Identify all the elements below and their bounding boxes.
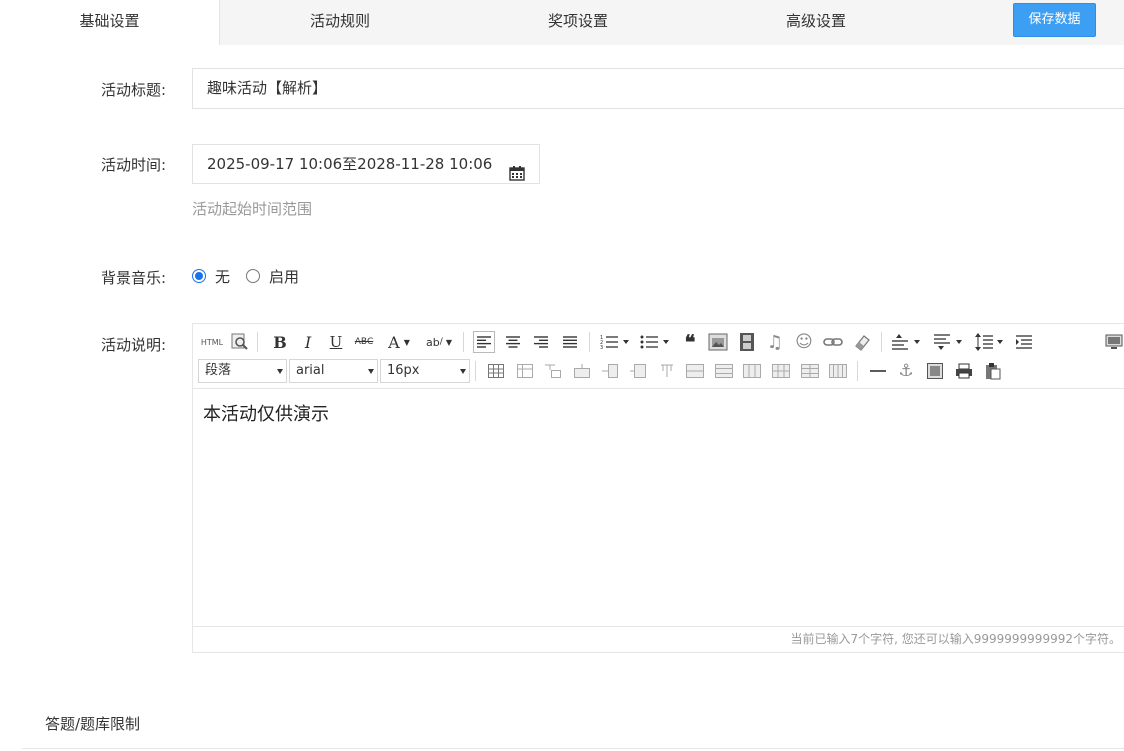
paragraph-format-select[interactable]: 段落 [198, 359, 287, 383]
insert-row-icon[interactable] [571, 360, 593, 382]
tab-activity-rules[interactable]: 活动规则 [221, 0, 459, 45]
fullscreen-icon[interactable] [1103, 331, 1124, 353]
title-label: 活动标题: [100, 81, 166, 99]
bold-icon[interactable]: B [269, 331, 291, 353]
music-label: 背景音乐: [100, 269, 166, 287]
row-spacing-top-icon[interactable] [890, 331, 924, 353]
delete-row-icon[interactable] [627, 360, 649, 382]
paragraph-format-value: 段落 [205, 363, 232, 378]
emotion-icon[interactable]: ☺ [793, 331, 815, 353]
tab-bar: 基础设置 活动规则 奖项设置 高级设置 保存数据 [0, 0, 1124, 45]
align-left-icon[interactable] [473, 331, 495, 353]
unordered-list-icon[interactable] [638, 331, 672, 353]
insert-col-icon[interactable] [599, 360, 621, 382]
image-icon[interactable] [707, 331, 729, 353]
ordered-list-icon[interactable]: 123 [598, 331, 632, 353]
title-input[interactable]: 趣味活动【解析】 [192, 68, 1124, 109]
delete-table-icon[interactable] [514, 360, 536, 382]
font-color-icon[interactable]: A ▼ [383, 331, 415, 353]
description-label: 活动说明: [100, 336, 166, 354]
time-hint: 活动起始时间范围 [192, 200, 313, 218]
font-size-select[interactable]: 16px [380, 359, 470, 383]
font-size-value: 16px [387, 363, 420, 378]
video-icon[interactable] [736, 331, 758, 353]
font-family-select[interactable]: arial [289, 359, 378, 383]
anchor-icon[interactable]: ⚓ [895, 360, 917, 382]
print-icon[interactable] [953, 360, 975, 382]
music-icon[interactable]: ♫ [764, 331, 786, 353]
align-justify-icon[interactable] [559, 331, 581, 353]
line-height-icon[interactable] [973, 331, 1007, 353]
section-divider [22, 748, 1124, 749]
music-none-label: 无 [215, 267, 231, 286]
strikethrough-icon[interactable]: ABC [353, 331, 375, 353]
table-title-icon[interactable] [542, 360, 564, 382]
insert-image-icon[interactable] [924, 360, 946, 382]
editor-word-count: 当前已输入7个字符, 您还可以输入9999999999992个字符。 [193, 626, 1124, 652]
merge-right-icon[interactable] [713, 360, 735, 382]
blockquote-icon[interactable]: ❝ [679, 330, 701, 354]
editor-content[interactable]: 本活动仅供演示 [203, 400, 329, 426]
split-rows-icon[interactable] [799, 360, 821, 382]
split-cells-icon[interactable] [770, 360, 792, 382]
tab-basic-settings[interactable]: 基础设置 [0, 0, 220, 45]
music-enable-label: 启用 [269, 267, 300, 286]
link-icon[interactable] [822, 331, 844, 353]
font-family-value: arial [296, 363, 325, 378]
music-enable-radio[interactable] [246, 269, 261, 283]
preview-icon[interactable] [229, 331, 251, 353]
music-radio-group: 无 启用 [192, 265, 315, 287]
tab-prize-settings[interactable]: 奖项设置 [459, 0, 697, 45]
editor-toolbar: HTML B I U ABC A ▼ ab / ▼ 123 ❝ ♫ ☺ 段落 a… [193, 324, 1124, 389]
rich-text-editor: HTML B I U ABC A ▼ ab / ▼ 123 ❝ ♫ ☺ 段落 a… [192, 323, 1124, 653]
merge-down-icon[interactable] [741, 360, 763, 382]
time-range-input[interactable]: 2025-09-17 10:06至2028-11-28 10:06 [192, 144, 540, 184]
split-cols-icon[interactable] [827, 360, 849, 382]
merge-cells-icon[interactable] [684, 360, 706, 382]
underline-icon[interactable]: U [325, 331, 347, 353]
row-spacing-bottom-icon[interactable] [932, 331, 966, 353]
align-center-icon[interactable] [502, 331, 524, 353]
time-label: 活动时间: [100, 156, 166, 174]
indent-icon[interactable] [1013, 331, 1035, 353]
paste-icon[interactable] [982, 360, 1004, 382]
tab-advanced-settings[interactable]: 高级设置 [697, 0, 935, 45]
time-range-value: 2025-09-17 10:06至2028-11-28 10:06 [207, 155, 493, 173]
save-data-button[interactable]: 保存数据 [1013, 3, 1096, 37]
eraser-icon[interactable] [851, 331, 873, 353]
horizontal-rule-icon[interactable] [867, 360, 889, 382]
music-none-radio[interactable] [192, 269, 206, 283]
svg-text:3: 3 [600, 345, 603, 349]
html-source-button[interactable]: HTML [199, 331, 225, 353]
insert-table-icon[interactable] [485, 360, 507, 382]
quiz-limit-section-title: 答题/题库限制 [45, 715, 141, 733]
calendar-icon[interactable] [509, 157, 525, 195]
delete-col-icon[interactable] [656, 360, 678, 382]
align-right-icon[interactable] [530, 331, 552, 353]
highlight-color-icon[interactable]: ab / ▼ [421, 331, 457, 353]
italic-icon[interactable]: I [297, 331, 319, 353]
